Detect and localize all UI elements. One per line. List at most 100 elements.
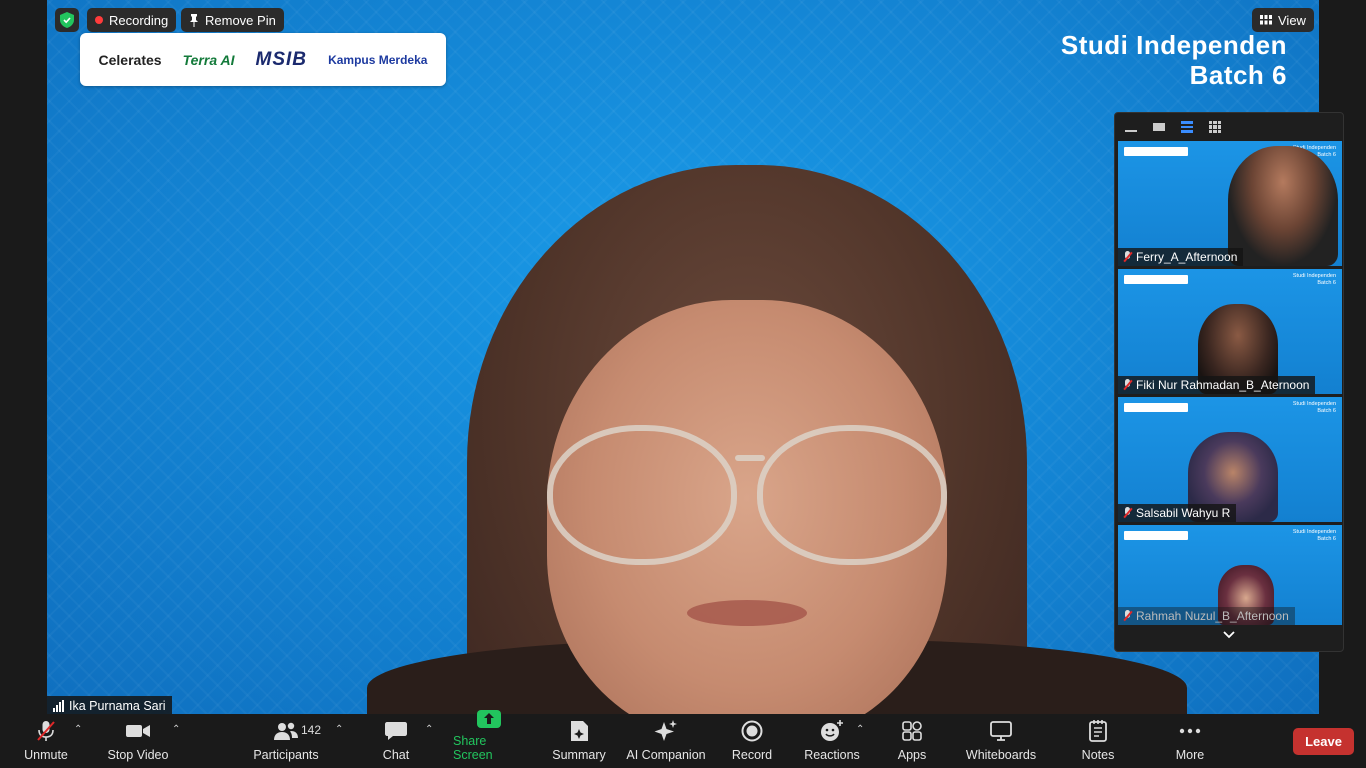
glasses-right-lens	[757, 425, 947, 565]
tile-logo-strip	[1124, 275, 1188, 284]
muted-mic-icon	[1122, 507, 1132, 519]
more-button[interactable]: More	[1173, 714, 1207, 768]
recording-label: Recording	[109, 12, 169, 28]
record-button[interactable]: Record	[731, 714, 773, 768]
grid-view-button[interactable]	[1207, 120, 1223, 134]
gallery-panel: Studi Independen Batch 6 Ferry_A_Afternoo…	[1114, 112, 1344, 652]
tile-slide-title: Studi Independen Batch 6	[1292, 401, 1336, 414]
participant-name: Fiki Nur Rahmadan_B_Aternoon	[1136, 378, 1310, 392]
participant-tile[interactable]: Studi Independen Batch 6 Rahmah Nuzul_B_A…	[1118, 525, 1342, 625]
filmstrip-view-button[interactable]	[1179, 120, 1195, 134]
gallery-scroll-down-button[interactable]	[1221, 628, 1237, 642]
reactions-options-caret-icon[interactable]: ⌃	[856, 724, 864, 735]
muted-mic-icon	[33, 720, 59, 742]
participant-name-tag: Salsabil Wahyu R	[1118, 504, 1237, 522]
speaker-mouth	[687, 600, 807, 626]
meeting-toolbar: Unmute ⌃ Stop Video ⌃ Participants 142 ⌃…	[0, 710, 1366, 768]
glasses-left-lens	[547, 425, 737, 565]
minimize-icon	[1125, 130, 1137, 132]
notes-icon	[1085, 720, 1111, 742]
remove-pin-label: Remove Pin	[205, 12, 276, 28]
gallery-toolbar	[1115, 113, 1343, 141]
speaker-name-tag: Ika Purnama Sari	[47, 696, 172, 716]
unmute-label: Unmute	[24, 748, 68, 762]
slide-title-line2: Batch 6	[1189, 60, 1287, 90]
chat-label: Chat	[382, 748, 410, 762]
view-button[interactable]: View	[1252, 8, 1314, 32]
participants-label: Participants	[253, 748, 319, 762]
participant-tile[interactable]: Studi Independen Batch 6 Ferry_A_Afternoo…	[1118, 141, 1342, 266]
kampus-merdeka-logo: Kampus Merdeka	[328, 52, 428, 67]
participant-count: 142	[301, 723, 322, 737]
participant-name-tag: Ferry_A_Afternoon	[1118, 248, 1244, 266]
tile-logo-strip	[1124, 147, 1188, 156]
reaction-smiley-icon	[819, 720, 845, 742]
leave-button[interactable]: Leave	[1293, 728, 1354, 755]
whiteboards-label: Whiteboards	[965, 748, 1037, 762]
audio-options-caret-icon[interactable]: ⌃	[74, 724, 82, 735]
apps-icon	[899, 720, 925, 742]
more-label: More	[1175, 748, 1205, 762]
share-screen-icon	[476, 710, 502, 728]
whiteboards-button[interactable]: Whiteboards	[965, 714, 1037, 768]
apps-label: Apps	[897, 748, 927, 762]
encryption-shield-icon[interactable]	[55, 8, 79, 32]
participant-name-tag: Fiki Nur Rahmadan_B_Aternoon	[1118, 376, 1316, 394]
slide-title-line1: Studi Independen	[1060, 30, 1287, 60]
ai-sparkle-icon	[653, 720, 679, 742]
reactions-button[interactable]: Reactions	[804, 714, 860, 768]
ai-companion-label: AI Companion	[626, 748, 706, 762]
chat-button[interactable]: Chat	[380, 714, 412, 768]
recording-indicator[interactable]: Recording	[87, 8, 177, 32]
unmute-button[interactable]: Unmute	[20, 714, 72, 768]
share-screen-label: Share Screen	[453, 734, 493, 762]
tile-logo-strip	[1124, 531, 1188, 540]
speaker-name-label: Ika Purnama Sari	[69, 699, 166, 713]
stop-video-label: Stop Video	[107, 748, 169, 762]
single-tile-icon	[1153, 123, 1165, 131]
stop-video-button[interactable]: Stop Video	[106, 714, 170, 768]
whiteboard-icon	[988, 720, 1014, 742]
tile-logo-strip	[1124, 403, 1188, 412]
summary-label: Summary	[552, 748, 606, 762]
zoom-meeting-window: Studi Independen Batch 6 Celerates Terra…	[0, 0, 1366, 768]
participant-tile[interactable]: Studi Independen Batch 6 Fiki Nur Rahmada…	[1118, 269, 1342, 394]
participants-options-caret-icon[interactable]: ⌃	[335, 724, 343, 735]
participant-name: Salsabil Wahyu R	[1136, 506, 1231, 520]
summary-button[interactable]: Summary	[551, 714, 607, 768]
muted-mic-icon	[1122, 251, 1132, 263]
view-grid-icon	[1260, 15, 1272, 25]
record-icon	[739, 720, 765, 742]
summary-document-icon	[566, 720, 592, 742]
terra-ai-logo: Terra AI	[182, 51, 235, 68]
celerates-logo: Celerates	[98, 51, 162, 68]
muted-mic-icon	[1122, 610, 1132, 622]
ai-companion-button[interactable]: AI Companion	[625, 714, 707, 768]
participant-tile[interactable]: Studi Independen Batch 6 Salsabil Wahyu R	[1118, 397, 1342, 522]
notes-button[interactable]: Notes	[1081, 714, 1115, 768]
more-dots-icon	[1177, 720, 1203, 742]
record-label: Record	[731, 748, 773, 762]
chat-bubble-icon	[383, 720, 409, 742]
participants-icon	[273, 720, 299, 742]
muted-mic-icon	[1122, 379, 1132, 391]
chat-options-caret-icon[interactable]: ⌃	[425, 724, 433, 735]
connection-signal-icon	[53, 700, 64, 712]
grid-icon	[1209, 121, 1221, 133]
tile-slide-title: Studi Independen Batch 6	[1292, 273, 1336, 286]
apps-button[interactable]: Apps	[896, 714, 928, 768]
participant-name-tag: Rahmah Nuzul_B_Afternoon	[1118, 607, 1295, 625]
minimize-gallery-button[interactable]	[1123, 120, 1139, 134]
pin-icon	[190, 13, 198, 27]
speaker-only-button[interactable]	[1151, 120, 1167, 134]
video-options-caret-icon[interactable]: ⌃	[172, 724, 180, 735]
tile-slide-title: Studi Independen Batch 6	[1292, 529, 1336, 542]
participant-name: Ferry_A_Afternoon	[1136, 250, 1238, 264]
remove-pin-button[interactable]: Remove Pin	[181, 8, 284, 32]
chevron-down-icon	[1223, 631, 1235, 639]
video-camera-icon	[125, 720, 151, 742]
notes-label: Notes	[1081, 748, 1115, 762]
reactions-label: Reactions	[804, 748, 860, 762]
share-screen-button[interactable]: Share Screen	[453, 710, 525, 768]
recording-dot-icon	[95, 16, 103, 24]
